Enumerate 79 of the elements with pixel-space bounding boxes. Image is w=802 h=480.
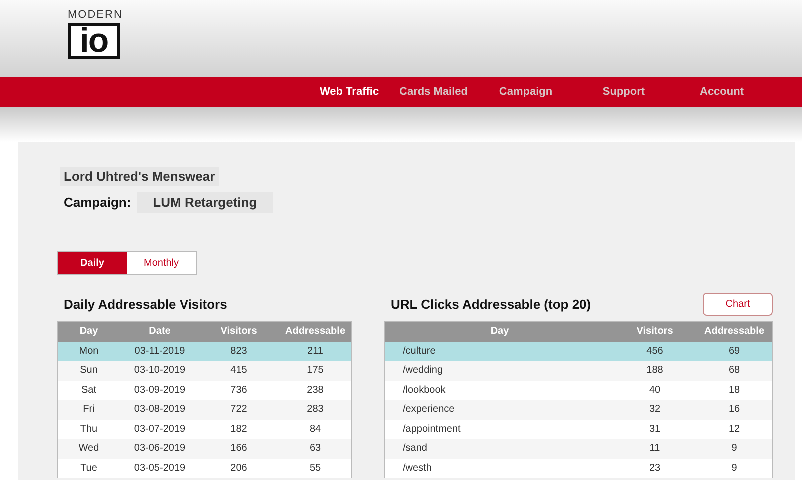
- table-cell-text: 206: [230, 462, 248, 474]
- campaign-label: Campaign:: [64, 195, 132, 210]
- table-cell-text: 23: [648, 462, 662, 474]
- table-cell-text: 03-08-2019: [133, 404, 187, 416]
- table-cell-text: 415: [230, 365, 248, 376]
- logo-mark: io: [68, 23, 120, 59]
- table-cell-text: 68: [728, 365, 742, 376]
- table-title: URL Clicks Addressable (top 20): [391, 296, 592, 312]
- table-cell-text: Tue: [80, 462, 98, 474]
- table-cell-text: Wed: [78, 443, 100, 454]
- nav-link[interactable]: Support: [584, 86, 664, 98]
- table-title: Daily Addressable Visitors: [64, 296, 228, 312]
- company-name: Lord Uhtred's Menswear: [60, 167, 220, 186]
- table-row[interactable]: /culture 456 69: [385, 342, 772, 361]
- table-cell-text: 18: [728, 384, 742, 396]
- nav-link[interactable]: Cards Mailed: [400, 86, 468, 98]
- column-header: Date: [148, 326, 172, 338]
- column-header: Visitors: [220, 326, 258, 338]
- table-cell-text: /culture: [402, 346, 437, 357]
- table-cell-text: 182: [230, 424, 248, 435]
- table-cell-text: Sun: [79, 365, 99, 376]
- table-cell-text: 32: [648, 404, 662, 416]
- table-cell-text: 03-09-2019: [133, 384, 187, 396]
- table-cell-text: /sand: [402, 443, 428, 454]
- table-cell-text: 188: [646, 365, 664, 376]
- table-cell-text: 69: [728, 346, 742, 357]
- table-cell-text: 11: [648, 443, 662, 454]
- logo-text: MODERN: [68, 9, 123, 21]
- table-cell-text: Mon: [78, 346, 100, 357]
- table-row[interactable]: Mon 03-11-2019 823 211: [58, 342, 351, 361]
- table-cell-text: Fri: [82, 404, 96, 416]
- table-cell-text: 63: [308, 443, 322, 454]
- table-cell-text: 12: [728, 424, 742, 435]
- column-header: Day: [490, 326, 510, 338]
- table-row[interactable]: /wedding 188 68: [385, 361, 772, 380]
- table-cell-text: 31: [648, 424, 662, 435]
- table-cell-text: /experience: [402, 404, 456, 416]
- table-cell-text: 823: [230, 346, 248, 357]
- table-cell-text: 283: [306, 404, 325, 416]
- table-row[interactable]: /sand 11 9: [385, 439, 772, 458]
- nav-link[interactable]: Account: [682, 86, 762, 98]
- table-cell-text: Thu: [79, 424, 99, 435]
- table-cell-text: 238: [306, 384, 325, 396]
- table-cell-text: 03-10-2019: [133, 365, 187, 376]
- table-cell-text: 736: [230, 384, 248, 396]
- column-header: Visitors: [636, 326, 674, 338]
- table-cell-text: /lookbook: [402, 384, 447, 396]
- table-cell-text: Sat: [80, 384, 98, 396]
- table-cell-text: 40: [648, 384, 662, 396]
- table-cell-text: 03-06-2019: [133, 443, 187, 454]
- table-cell-text: 03-07-2019: [133, 424, 187, 435]
- table-cell-text: 166: [230, 443, 248, 454]
- table-cell-text: /wedding: [402, 365, 444, 376]
- table-cell-text: /westh: [402, 462, 433, 474]
- table-row[interactable]: Fri 03-08-2019 722 283: [58, 400, 351, 420]
- column-header: Addressable: [703, 326, 766, 338]
- table-cell-text: 211: [306, 346, 324, 357]
- table-cell-text: 55: [308, 462, 322, 474]
- table-cell-text: 175: [306, 365, 325, 376]
- table-cell-text: 16: [728, 404, 742, 416]
- nav-link[interactable]: Campaign: [486, 86, 566, 98]
- table-row[interactable]: Wed 03-06-2019 166 63: [58, 439, 351, 458]
- table-row[interactable]: /experience 32 16: [385, 400, 772, 420]
- table-cell-text: 456: [646, 346, 664, 357]
- table-cell-text: 84: [308, 424, 322, 435]
- table-cell-text: 9: [730, 462, 738, 474]
- table-cell-text: 722: [230, 404, 248, 416]
- campaign-name: LUM Retargeting: [137, 192, 274, 213]
- table-cell-text: 03-05-2019: [133, 462, 187, 474]
- table-cell-text: 03-11-2019: [134, 346, 186, 357]
- period-tab[interactable]: Daily: [58, 252, 127, 274]
- nav-link[interactable]: Web Traffic: [318, 86, 382, 98]
- period-tab[interactable]: Monthly: [127, 252, 196, 274]
- table-row[interactable]: Sun 03-10-2019 415 175: [58, 361, 351, 380]
- table-cell-text: /appointment: [402, 424, 462, 435]
- column-header: Addressable: [284, 326, 347, 338]
- column-header: Day: [78, 326, 100, 338]
- table-cell-text: 9: [730, 443, 738, 454]
- chart-button[interactable]: Chart: [703, 292, 773, 316]
